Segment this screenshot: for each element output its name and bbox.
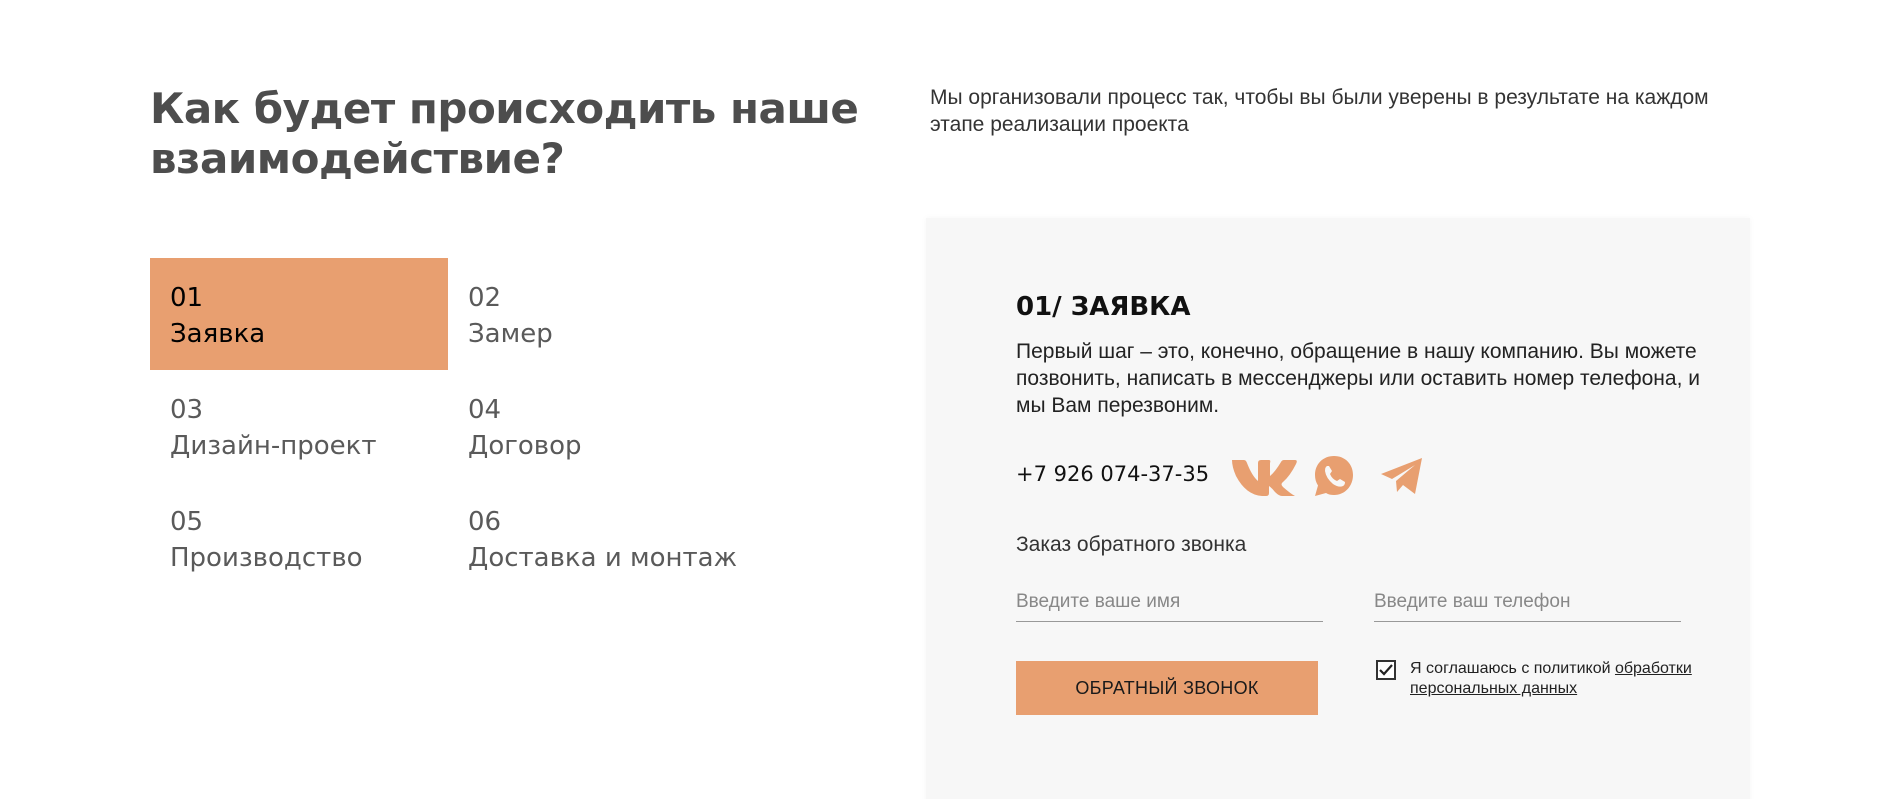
step-number: 06: [468, 507, 502, 537]
phone-number[interactable]: +7 926 074-37-35: [1016, 462, 1209, 486]
callback-button[interactable]: ОБРАТНЫЙ ЗВОНОК: [1016, 661, 1318, 715]
step-label: Замер: [468, 319, 553, 349]
page-title: Как будет происходить наше взаимодействи…: [150, 84, 859, 183]
consent-checkbox[interactable]: [1376, 660, 1396, 680]
step-01-zayavka[interactable]: 01 Заявка: [150, 258, 448, 370]
step-number: 04: [468, 395, 502, 425]
step-label: Производство: [170, 543, 363, 573]
phone-input[interactable]: [1374, 582, 1681, 622]
callback-form-label: Заказ обратного звонка: [1016, 533, 1247, 556]
step-number: 03: [170, 395, 204, 425]
step-04-contract[interactable]: 04 Договор: [448, 370, 746, 482]
contacts-row: +7 926 074-37-35: [1016, 452, 1616, 500]
step-number: 01: [170, 283, 204, 313]
step-label: Дизайн-проект: [170, 431, 377, 461]
step-02-zamer[interactable]: 02 Замер: [448, 258, 746, 370]
step-label: Доставка и монтаж: [468, 543, 738, 573]
step-number: 05: [170, 507, 204, 537]
step-03-design[interactable]: 03 Дизайн-проект: [150, 370, 448, 482]
step-label: Договор: [468, 431, 582, 461]
whatsapp-icon[interactable]: [1310, 452, 1358, 500]
step-number: 02: [468, 283, 502, 313]
step-06-delivery[interactable]: 06 Доставка и монтаж: [448, 482, 746, 594]
consent-text: Я соглашаюсь с политикой обработки персо…: [1410, 659, 1730, 699]
step-detail-panel: 01/ ЗАЯВКА Первый шаг – это, конечно, об…: [926, 218, 1750, 799]
stage-description: Первый шаг – это, конечно, обращение в н…: [1016, 340, 1700, 417]
name-input[interactable]: [1016, 582, 1323, 622]
step-05-production[interactable]: 05 Производство: [150, 482, 448, 594]
section-intro: Мы организовали процесс так, чтобы вы бы…: [930, 86, 1709, 136]
stage-title: 01/ ЗАЯВКА: [1016, 292, 1191, 322]
telegram-icon[interactable]: [1378, 452, 1426, 500]
check-icon: [1379, 664, 1393, 676]
vk-icon[interactable]: [1228, 452, 1300, 500]
step-label: Заявка: [170, 319, 266, 349]
consent-label: Я соглашаюсь с политикой: [1410, 660, 1615, 677]
